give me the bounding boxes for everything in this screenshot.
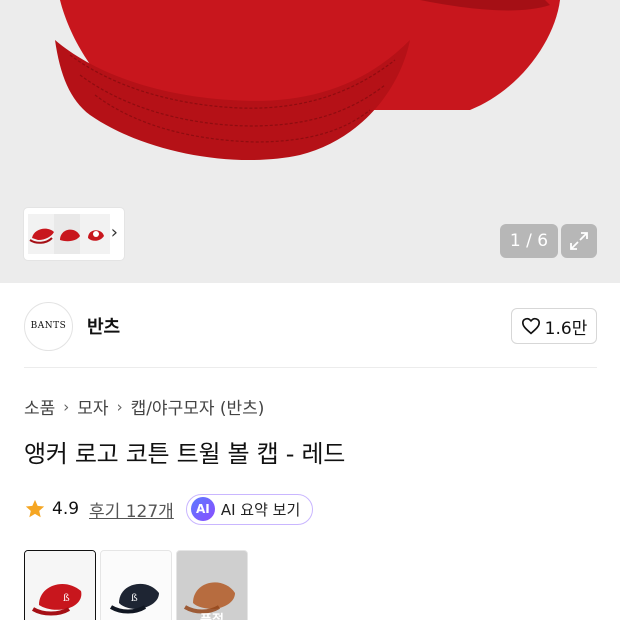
svg-text:ß: ß xyxy=(63,593,70,604)
breadcrumb-item-caps[interactable]: 캡/야구모자 (반츠) xyxy=(131,394,265,419)
ai-summary-button[interactable]: AI AI 요약 보기 xyxy=(185,493,314,525)
chevron-right-icon: › xyxy=(116,397,123,416)
rating-value: 4.9 xyxy=(52,499,80,519)
ai-summary-label: AI 요약 보기 xyxy=(220,500,301,519)
cap-thumbnail: ß xyxy=(25,551,95,620)
chevron-right-icon[interactable]: › xyxy=(111,222,118,243)
like-count: 1.6만 xyxy=(544,318,588,339)
image-counter: 1 / 6 xyxy=(500,224,558,258)
ai-icon: AI xyxy=(190,497,215,521)
brand-logo[interactable]: BANTS xyxy=(24,301,73,351)
breadcrumb: 소품 › 모자 › 캡/야구모자 (반츠) xyxy=(24,394,265,420)
color-option-brown[interactable]: 품절 xyxy=(176,550,248,620)
heart-icon xyxy=(521,317,540,335)
divider xyxy=(24,367,597,368)
star-icon xyxy=(25,499,45,518)
rating-row: 4.9 후기 127개 AI AI 요약 보기 xyxy=(24,493,314,525)
color-option-navy[interactable]: ß xyxy=(100,550,172,620)
cap-thumbnail: ß xyxy=(101,551,171,620)
breadcrumb-item-hats[interactable]: 모자 xyxy=(77,394,108,419)
product-image-gallery[interactable]: › 1 / 6 xyxy=(0,0,620,283)
color-options: ß ß 품절 xyxy=(24,550,248,620)
like-button[interactable]: 1.6만 xyxy=(511,308,597,344)
reviews-link[interactable]: 후기 127개 xyxy=(89,497,174,522)
chevron-right-icon: › xyxy=(63,397,70,416)
breadcrumb-item-accessories[interactable]: 소품 xyxy=(24,394,55,419)
expand-icon[interactable] xyxy=(561,224,597,258)
color-option-red[interactable]: ß xyxy=(24,550,96,620)
cap-thumbnail xyxy=(80,214,110,254)
svg-text:ß: ß xyxy=(131,593,138,604)
sold-out-label: 품절 xyxy=(177,609,247,620)
product-title: 앵커 로고 코튼 트윌 볼 캡 - 레드 xyxy=(24,440,346,468)
brand-name[interactable]: 반츠 xyxy=(87,313,120,339)
thumbnail-strip[interactable]: › xyxy=(24,208,124,260)
brand-row: BANTS 반츠 1.6만 xyxy=(24,300,597,352)
